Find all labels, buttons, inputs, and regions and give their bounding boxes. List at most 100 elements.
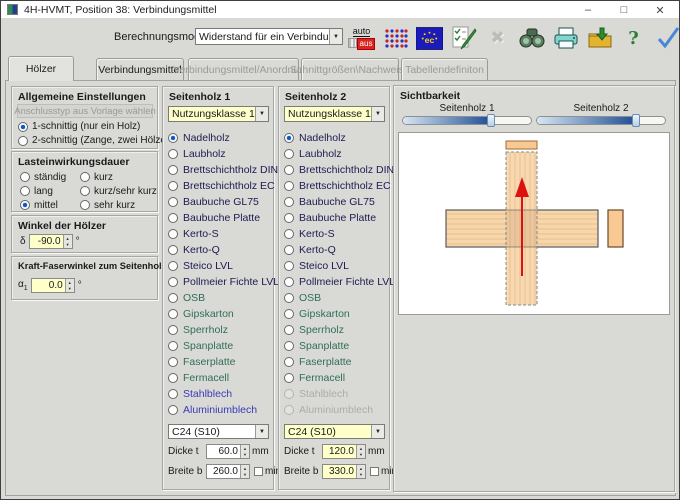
- radio-icon: [80, 200, 90, 210]
- load-duration-radio[interactable]: lang: [20, 184, 80, 198]
- material-radio[interactable]: Baubuche GL75: [168, 194, 289, 210]
- radio-icon: [80, 172, 90, 182]
- side1-grade-select[interactable]: C24 (S10) ▼: [168, 424, 269, 439]
- material-radio[interactable]: Sperrholz: [284, 322, 405, 338]
- material-radio[interactable]: Kerto-Q: [168, 242, 289, 258]
- material-radio[interactable]: Pollmeier Fichte LVL S: [284, 274, 405, 290]
- material-radio[interactable]: Aluminiumblech: [168, 402, 289, 418]
- material-radio[interactable]: Laubholz: [284, 146, 405, 162]
- chevron-down-icon[interactable]: ▼: [371, 425, 384, 438]
- checklist-edit-icon[interactable]: [450, 25, 477, 52]
- material-radio[interactable]: Laubholz: [168, 146, 289, 162]
- radio-icon: [168, 389, 178, 399]
- side2-thickness-stepper[interactable]: 120.0 ▲▼: [322, 444, 366, 459]
- spinner-buttons[interactable]: ▲▼: [240, 465, 249, 478]
- confirm-icon[interactable]: [654, 25, 680, 52]
- load-duration-radio[interactable]: kurz: [80, 170, 157, 184]
- material-radio[interactable]: Sperrholz: [168, 322, 289, 338]
- material-radio[interactable]: Faserplatte: [168, 354, 289, 370]
- spinner-buttons[interactable]: ▲▼: [240, 445, 249, 458]
- fastener-grid-icon[interactable]: [382, 25, 409, 52]
- side1-min-checkbox[interactable]: [254, 467, 263, 476]
- side2-width-stepper[interactable]: 330.0 ▲▼: [322, 464, 366, 479]
- spin-down-icon: ▼: [241, 472, 249, 479]
- material-radio[interactable]: Kerto-S: [168, 226, 289, 242]
- material-radio[interactable]: Steico LVL: [168, 258, 289, 274]
- side2-min-checkbox[interactable]: [370, 467, 379, 476]
- tab-verbindungsmittel[interactable]: Verbindungsmittel: [96, 58, 184, 81]
- material-radio[interactable]: Kerto-S: [284, 226, 405, 242]
- chevron-down-icon[interactable]: ▼: [255, 107, 268, 121]
- radio-two-shear[interactable]: 2-schnittig (Zange, zwei Hölzer): [18, 135, 173, 146]
- spinner-buttons[interactable]: ▲▼: [356, 445, 365, 458]
- spinner-buttons[interactable]: ▲▼: [63, 235, 72, 248]
- connection-preview-canvas: [398, 132, 670, 315]
- material-radio[interactable]: Baubuche Platte: [168, 210, 289, 226]
- force-angle-value[interactable]: 0.0: [32, 279, 65, 292]
- material-radio[interactable]: Spanplatte: [168, 338, 289, 354]
- search-binoculars-icon[interactable]: [518, 25, 545, 52]
- print-icon[interactable]: [552, 25, 579, 52]
- material-radio[interactable]: Fermacell: [168, 370, 289, 386]
- save-import-icon[interactable]: [586, 25, 613, 52]
- material-radio[interactable]: Brettschichtholz DIN: [284, 162, 405, 178]
- material-radio[interactable]: Spanplatte: [284, 338, 405, 354]
- spinner-buttons[interactable]: ▲▼: [65, 279, 74, 292]
- side1-width-stepper[interactable]: 260.0 ▲▼: [206, 464, 250, 479]
- material-radio[interactable]: Nadelholz: [168, 130, 289, 146]
- radio-one-shear[interactable]: 1-schnittig (nur ein Holz): [18, 121, 140, 132]
- binoculars-glyph: [519, 27, 545, 49]
- load-duration-radio[interactable]: kurz/sehr kurz: [80, 184, 157, 198]
- spin-down-icon: ▼: [357, 472, 365, 479]
- material-radio[interactable]: Pollmeier Fichte LVL S: [168, 274, 289, 290]
- material-radio[interactable]: Brettschichtholz EC: [168, 178, 289, 194]
- maximize-button[interactable]: □: [609, 1, 639, 19]
- load-duration-radio[interactable]: ständig: [20, 170, 80, 184]
- close-button[interactable]: ✕: [645, 1, 675, 19]
- material-radio[interactable]: Gipskarton: [168, 306, 289, 322]
- slider-handle[interactable]: [487, 114, 495, 127]
- chevron-down-icon[interactable]: ▼: [329, 29, 342, 44]
- side2-visibility-slider[interactable]: [536, 116, 666, 125]
- material-radio[interactable]: Gipskarton: [284, 306, 405, 322]
- side1-usage-class-select[interactable]: Nutzungsklasse 1 ▼: [168, 106, 269, 122]
- chevron-down-icon[interactable]: ▼: [371, 107, 384, 121]
- eurocode-icon[interactable]: ec: [416, 25, 443, 52]
- slider-handle[interactable]: [632, 114, 640, 127]
- wood-angle-title: Winkel der Hölzer: [18, 220, 106, 232]
- material-radio[interactable]: Nadelholz: [284, 130, 405, 146]
- side2-grade-select[interactable]: C24 (S10) ▼: [284, 424, 385, 439]
- radio-icon: [18, 136, 28, 146]
- force-angle-stepper[interactable]: 0.0 ▲▼: [31, 278, 75, 293]
- load-duration-radio[interactable]: sehr kurz: [80, 198, 157, 212]
- material-radio[interactable]: Faserplatte: [284, 354, 405, 370]
- printer-glyph: [553, 26, 579, 50]
- spinner-buttons[interactable]: ▲▼: [356, 465, 365, 478]
- material-radio[interactable]: Fermacell: [284, 370, 405, 386]
- side2-usage-class-select[interactable]: Nutzungsklasse 1 ▼: [284, 106, 385, 122]
- wood-angle-value[interactable]: -90.0: [30, 235, 63, 248]
- material-radio[interactable]: OSB: [284, 290, 405, 306]
- mode-select[interactable]: Widerstand für ein Verbindungsmittel ▼: [195, 28, 343, 45]
- material-radio[interactable]: Brettschichtholz DIN: [168, 162, 289, 178]
- material-radio[interactable]: Kerto-Q: [284, 242, 405, 258]
- chevron-down-icon[interactable]: ▼: [255, 425, 268, 438]
- tab-content: Allgemeine Einstellungen Anschlusstyp au…: [5, 80, 676, 496]
- material-radio[interactable]: Baubuche Platte: [284, 210, 405, 226]
- material-radio[interactable]: OSB: [168, 290, 289, 306]
- radio-icon: [284, 309, 294, 319]
- material-radio[interactable]: Baubuche GL75: [284, 194, 405, 210]
- side1-visibility-slider[interactable]: [402, 116, 532, 125]
- load-duration-radio[interactable]: mittel: [20, 198, 80, 212]
- tab-hoelzer[interactable]: Hölzer: [8, 56, 74, 81]
- wood-angle-stepper[interactable]: -90.0 ▲▼: [29, 234, 73, 249]
- side1-material-list: Nadelholz Laubholz Brettschichtholz DIN …: [168, 130, 289, 418]
- side1-thickness-stepper[interactable]: 60.0 ▲▼: [206, 444, 250, 459]
- material-radio[interactable]: Brettschichtholz EC: [284, 178, 405, 194]
- auto-aus-toggle-icon[interactable]: auto aus: [348, 25, 375, 52]
- minimize-button[interactable]: –: [573, 1, 603, 19]
- material-radio[interactable]: Steico LVL: [284, 258, 405, 274]
- material-radio[interactable]: Stahlblech: [168, 386, 289, 402]
- help-icon[interactable]: ?: [620, 25, 647, 52]
- tab-tabellendefinition: Tabellendefiniton: [401, 58, 488, 81]
